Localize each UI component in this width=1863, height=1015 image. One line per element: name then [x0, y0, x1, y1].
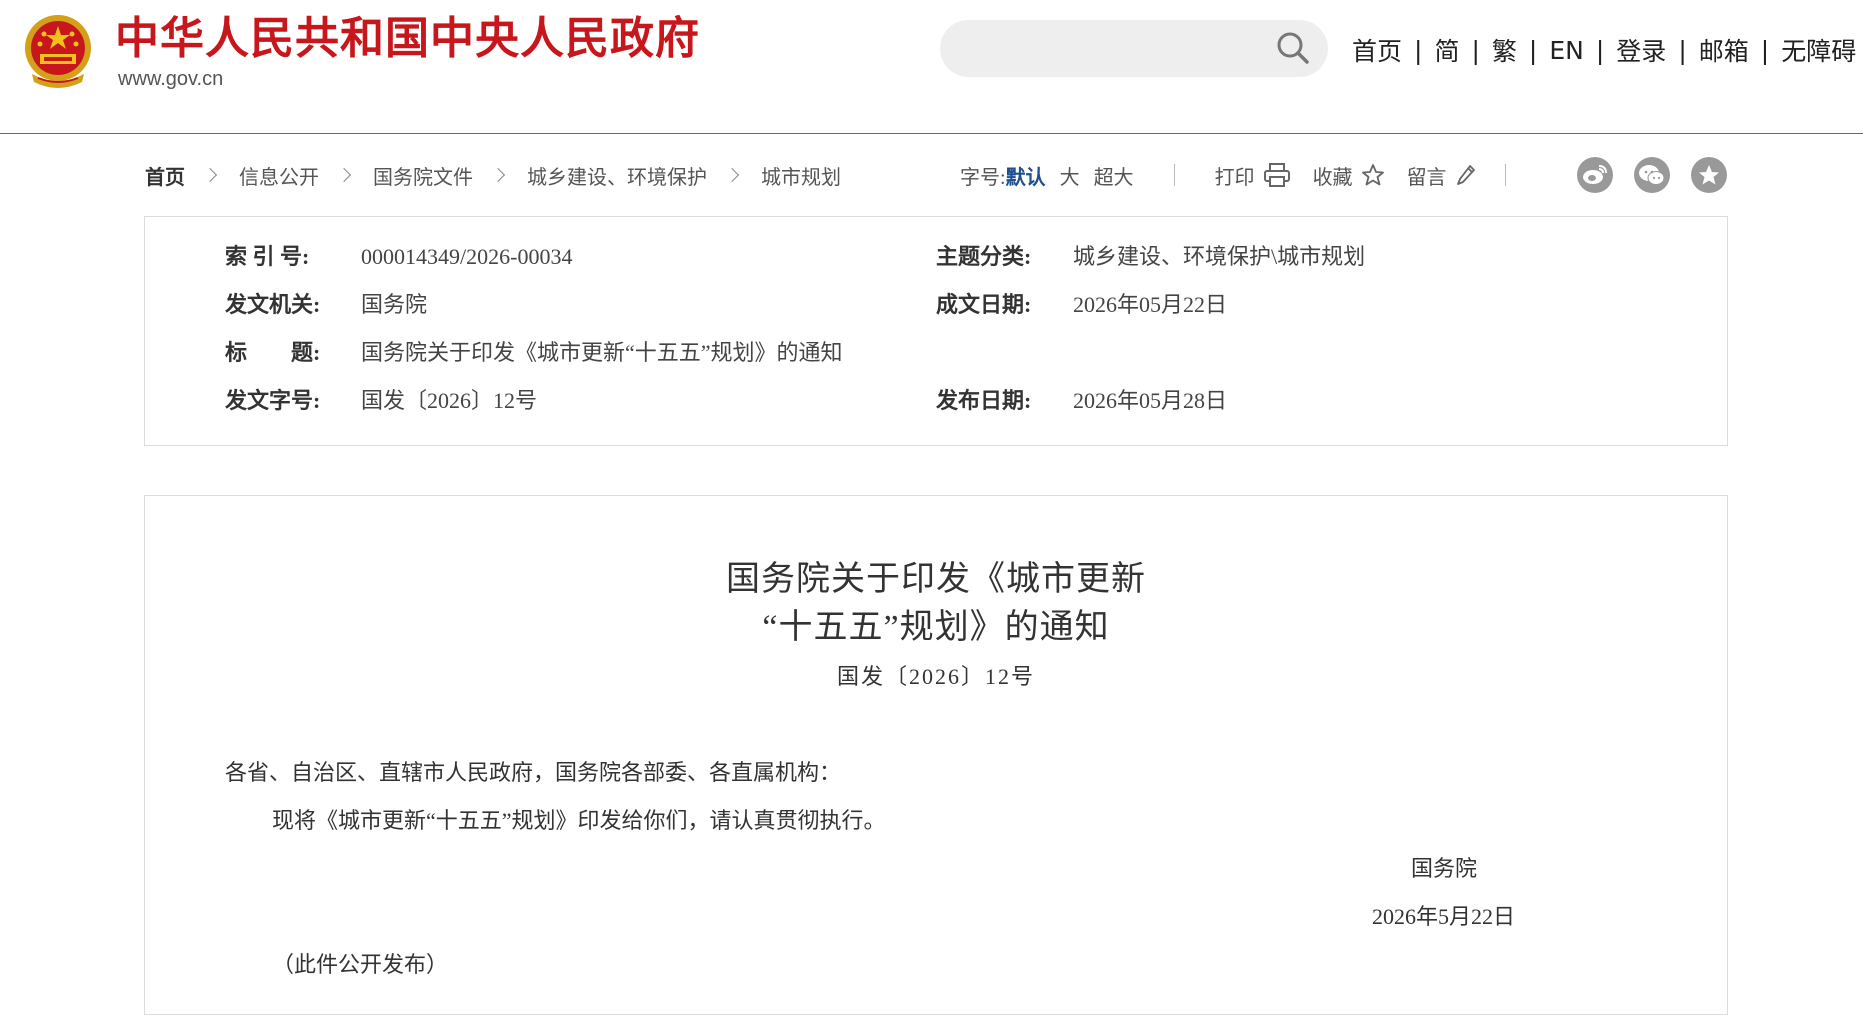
font-size-large[interactable]: 大 — [1060, 161, 1080, 190]
weibo-share-button[interactable] — [1577, 157, 1613, 193]
document-title-line-1: 国务院关于印发《城市更新 — [726, 561, 1146, 598]
document-publication-note: （此件公开发布） — [272, 952, 449, 977]
print-label: 打印 — [1214, 166, 1255, 189]
document-title-line-2: “十五五”规划》的通知 — [762, 609, 1110, 646]
nav-simplified-link[interactable]: 简 — [1434, 32, 1459, 68]
toolbar-divider — [1173, 164, 1175, 186]
national-emblem-icon[interactable] — [20, 12, 96, 92]
issuer-label: 发文机关: — [225, 292, 321, 317]
nav-separator: | — [1595, 35, 1605, 65]
breadcrumb-home[interactable]: 首页 — [145, 161, 185, 190]
nav-separator: | — [1414, 35, 1423, 65]
nav-separator: | — [1678, 35, 1687, 65]
site-url[interactable]: www.gov.cn — [118, 66, 223, 92]
document-salutation: 各省、自治区、直辖市人民政府，国务院各部委、各直属机构： — [225, 760, 842, 785]
comment-button[interactable]: 留言 — [1407, 161, 1477, 190]
document-number: 国发〔2026〕12号 — [836, 664, 1035, 689]
chevron-right-icon — [336, 167, 352, 183]
document-title: 国务院关于印发《城市更新 “十五五”规划》的通知 — [145, 556, 1727, 652]
site-header: 中华人民共和国中央人民政府 www.gov.cn 首页 | 简 | 繁 | EN… — [0, 0, 1863, 133]
nav-traditional-link[interactable]: 繁 — [1492, 32, 1517, 68]
nav-accessibility-link[interactable]: 无障碍 — [1781, 32, 1856, 68]
star-icon — [1361, 164, 1384, 186]
document-info-box: 索 引 号: 000014349/2026-00034 主题分类: 城乡建设、环… — [144, 216, 1728, 446]
breadcrumb-info-disclosure[interactable]: 信息公开 — [239, 161, 319, 190]
issuer-value: 国务院 — [361, 292, 428, 317]
document-content: 国务院关于印发《城市更新 “十五五”规划》的通知 国发〔2026〕12号 各省、… — [144, 495, 1728, 1015]
written-date-label: 成文日期: — [936, 292, 1032, 317]
nav-separator: | — [1528, 35, 1538, 65]
printer-icon — [1263, 163, 1290, 187]
nav-login-link[interactable]: 登录 — [1616, 32, 1666, 68]
wechat-share-button[interactable] — [1634, 157, 1670, 193]
breadcrumb-state-council-docs[interactable]: 国务院文件 — [373, 161, 473, 190]
qzone-share-button[interactable] — [1691, 157, 1727, 193]
topic-label: 主题分类: — [936, 244, 1032, 269]
font-size-default[interactable]: 默认 — [1006, 161, 1046, 190]
document-body: 现将《城市更新“十五五”规划》印发给你们，请认真贯彻执行。 — [272, 808, 886, 833]
index-value: 000014349/2026-00034 — [361, 244, 573, 269]
index-label: 索 引 号: — [225, 244, 310, 269]
weibo-icon — [1583, 165, 1607, 184]
written-date-value: 2026年05月22日 — [1073, 292, 1228, 317]
header-divider — [0, 133, 1863, 134]
article-toolbar: 字号: 默认 大 超大 打印 收藏 留言 — [960, 160, 1506, 190]
document-signature: 国务院 — [1411, 856, 1478, 881]
nav-separator: | — [1760, 35, 1770, 65]
chevron-right-icon — [724, 167, 740, 183]
nav-separator: | — [1471, 35, 1480, 65]
wechat-icon — [1639, 165, 1665, 185]
nav-mail-link[interactable]: 邮箱 — [1699, 32, 1749, 68]
breadcrumb-urban-planning[interactable]: 城市规划 — [761, 161, 841, 190]
published-date-value: 2026年05月28日 — [1073, 388, 1228, 413]
pencil-icon — [1456, 165, 1475, 185]
nav-home-link[interactable]: 首页 — [1352, 32, 1402, 68]
breadcrumb: 首页 信息公开 国务院文件 城乡建设、环境保护 城市规划 — [145, 160, 841, 190]
nav-english-link[interactable]: EN — [1549, 36, 1584, 65]
topic-value: 城乡建设、环境保护\城市规划 — [1073, 244, 1366, 269]
search-icon[interactable] — [1276, 31, 1310, 65]
search-input[interactable] — [940, 20, 1328, 77]
font-size-label: 字号: — [960, 166, 1006, 189]
top-nav: 首页 | 简 | 繁 | EN | 登录 | 邮箱 | 无障碍 — [1352, 32, 1856, 68]
doc-number-label: 发文字号: — [225, 388, 321, 413]
star-share-icon — [1699, 165, 1719, 185]
favorite-label: 收藏 — [1312, 166, 1353, 189]
site-name[interactable]: 中华人民共和国中央人民政府 — [115, 10, 700, 68]
chevron-right-icon — [490, 167, 506, 183]
title-label: 标 题: — [225, 340, 321, 365]
toolbar-divider — [1504, 164, 1506, 186]
chevron-right-icon — [202, 167, 218, 183]
comment-label: 留言 — [1406, 166, 1447, 189]
title-value: 国务院关于印发《城市更新“十五五”规划》的通知 — [361, 340, 843, 365]
favorite-button[interactable]: 收藏 — [1313, 161, 1385, 190]
breadcrumb-urban-rural[interactable]: 城乡建设、环境保护 — [527, 161, 707, 190]
doc-number-value: 国发〔2026〕12号 — [361, 388, 538, 413]
document-date: 2026年5月22日 — [1372, 904, 1516, 929]
print-button[interactable]: 打印 — [1215, 161, 1291, 190]
font-size-xlarge[interactable]: 超大 — [1094, 161, 1134, 190]
published-date-label: 发布日期: — [936, 388, 1032, 413]
